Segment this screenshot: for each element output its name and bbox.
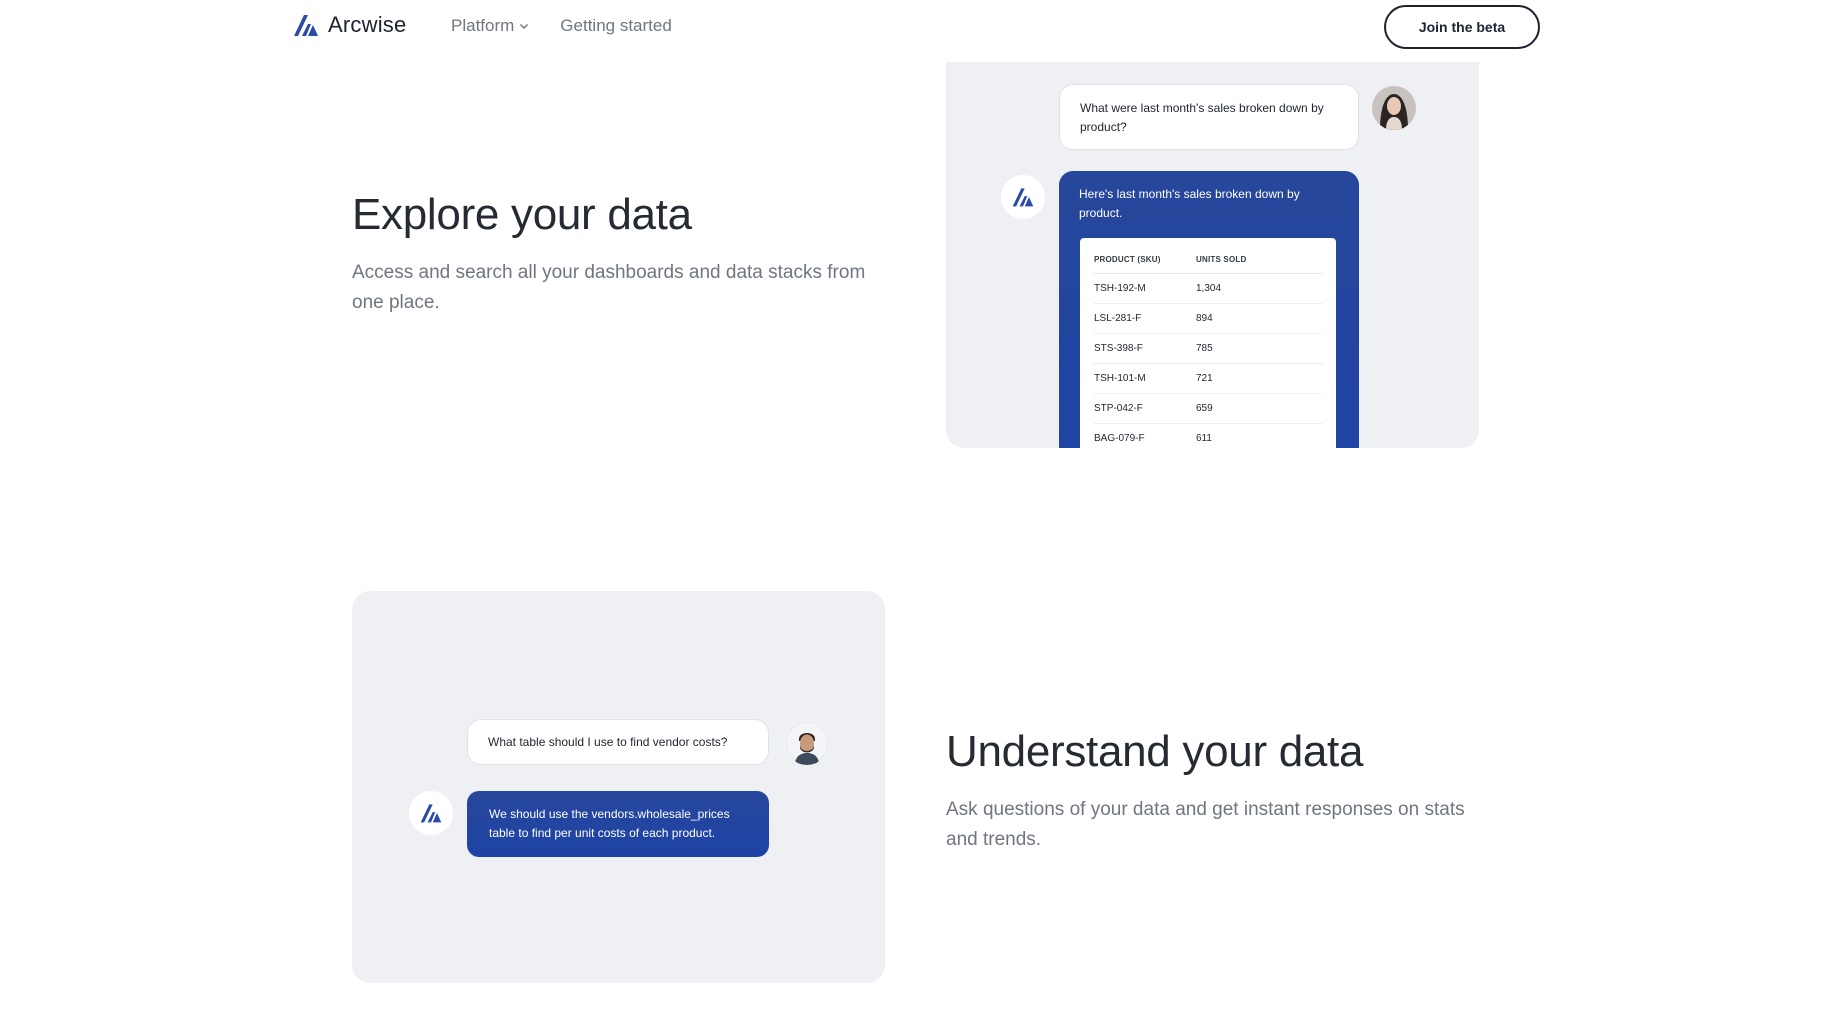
understand-title: Understand your data	[946, 727, 1364, 776]
table-row: LSL-281-F 894	[1094, 304, 1322, 334]
nav-link-getting-started[interactable]: Getting started	[560, 16, 672, 36]
table-cell-sku: TSH-192-M	[1094, 283, 1146, 294]
table-cell-units: 894	[1196, 313, 1213, 324]
table-cell-sku: BAG-079-F	[1094, 433, 1145, 444]
arcwise-bot-icon	[1001, 175, 1045, 219]
user-question-bubble: What were last month's sales broken down…	[1059, 84, 1359, 150]
bot-answer-text: Here's last month's sales broken down by…	[1079, 187, 1300, 220]
table-header: PRODUCT (SKU) UNITS SOLD	[1094, 246, 1322, 274]
table-row: STP-042-F 659	[1094, 394, 1322, 424]
brand[interactable]: Arcwise	[292, 12, 406, 38]
bot-answer-panel: Here's last month's sales broken down by…	[1059, 171, 1359, 448]
column-header-product: PRODUCT (SKU)	[1094, 255, 1161, 264]
user-avatar	[1372, 86, 1416, 130]
table-cell-sku: LSL-281-F	[1094, 313, 1142, 324]
sales-table: PRODUCT (SKU) UNITS SOLD TSH-192-M 1,304…	[1080, 238, 1336, 448]
column-header-units: UNITS SOLD	[1196, 255, 1247, 264]
bot-answer-bubble: We should use the vendors.wholesale_pric…	[467, 791, 769, 857]
table-cell-units: 721	[1196, 373, 1213, 384]
explore-title: Explore your data	[352, 190, 692, 239]
table-cell-sku: STP-042-F	[1094, 403, 1143, 414]
brand-name: Arcwise	[328, 12, 407, 37]
top-nav: Arcwise Platform Getting started Join th…	[0, 0, 1833, 54]
nav-link-platform[interactable]: Platform	[451, 16, 530, 36]
user-question-bubble: What table should I use to find vendor c…	[467, 719, 769, 765]
table-row: TSH-192-M 1,304	[1094, 274, 1322, 304]
table-cell-units: 785	[1196, 343, 1213, 354]
table-row: STS-398-F 785	[1094, 334, 1322, 364]
table-row: BAG-079-F 611	[1094, 424, 1322, 448]
explore-description: Access and search all your dashboards an…	[352, 262, 866, 313]
understand-description: Ask questions of your data and get insta…	[946, 799, 1465, 850]
nav-link-platform-label: Platform	[451, 16, 515, 35]
table-row: TSH-101-M 721	[1094, 364, 1322, 394]
table-cell-sku: TSH-101-M	[1094, 373, 1146, 384]
table-cell-units: 1,304	[1196, 283, 1222, 294]
nav-links: Platform Getting started	[451, 16, 672, 36]
arcwise-bot-icon	[409, 791, 453, 835]
explore-chat-card: What were last month's sales broken down…	[946, 62, 1479, 448]
understand-chat-card: What table should I use to find vendor c…	[352, 591, 885, 983]
chevron-down-icon	[518, 20, 530, 32]
nav-link-getting-started-label: Getting started	[560, 16, 672, 35]
arcwise-logo-icon	[292, 13, 320, 37]
user-avatar	[785, 721, 829, 765]
join-beta-button[interactable]: Join the beta	[1384, 5, 1540, 49]
table-cell-units: 611	[1196, 433, 1212, 444]
table-cell-sku: STS-398-F	[1094, 343, 1143, 354]
table-cell-units: 659	[1196, 403, 1213, 414]
